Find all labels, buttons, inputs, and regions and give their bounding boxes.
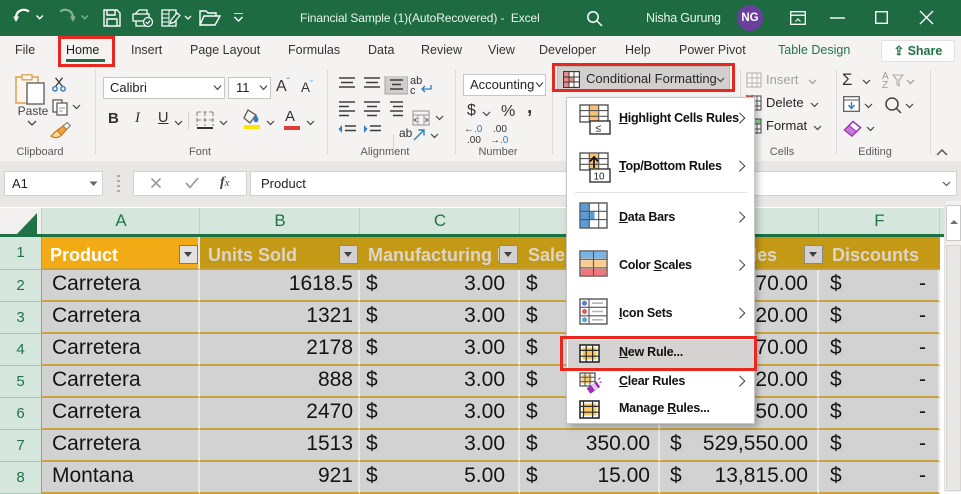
svg-text:≤: ≤	[596, 123, 602, 135]
svg-text:10: 10	[594, 172, 606, 183]
